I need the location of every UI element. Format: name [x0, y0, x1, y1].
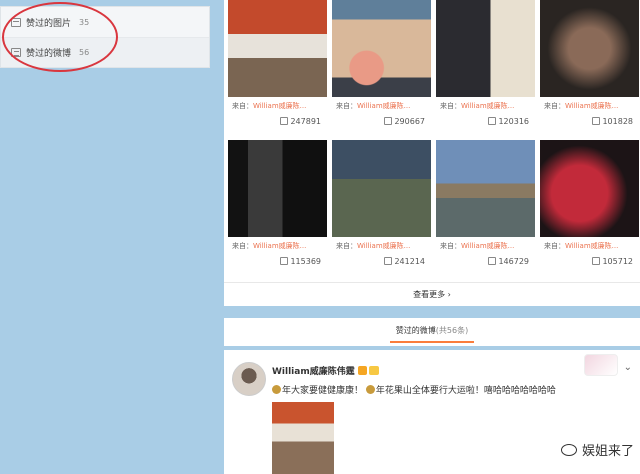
- sidebar-item-count: 56: [79, 48, 90, 57]
- like-count[interactable]: 105712: [544, 257, 635, 266]
- photo-card[interactable]: 来自：William威廉陈... 115369: [228, 140, 327, 278]
- photo-card[interactable]: 来自：William威廉陈... 105712: [540, 140, 639, 278]
- member-badge-icon: [368, 366, 379, 375]
- sidebar-item-liked-weibo[interactable]: 赞过的微博 56: [1, 37, 209, 67]
- like-count[interactable]: 120316: [440, 117, 531, 126]
- photo-thumbnail[interactable]: [436, 0, 535, 97]
- photo-thumbnail[interactable]: [228, 0, 327, 97]
- source-link[interactable]: William威廉陈...: [461, 242, 514, 250]
- card-avatar-decoration: [584, 354, 618, 376]
- photo-card[interactable]: 来自：William威廉陈... 290667: [332, 0, 431, 138]
- photo-card[interactable]: 来自：William威廉陈... 247891: [228, 0, 327, 138]
- thumbs-up-icon: [488, 117, 497, 125]
- photo-source: 来自：William威廉陈...: [232, 242, 307, 250]
- wechat-icon: [560, 443, 577, 456]
- document-icon: [11, 48, 21, 57]
- photo-card[interactable]: 来自：William威廉陈... 101828: [540, 0, 639, 138]
- like-count[interactable]: 241214: [336, 257, 427, 266]
- photo-thumbnail[interactable]: [540, 140, 639, 237]
- sidebar-item-label: 赞过的图片: [26, 18, 72, 29]
- photo-thumbnail[interactable]: [436, 140, 535, 237]
- post-author[interactable]: William威廉陈伟霆: [272, 364, 379, 377]
- thumbs-up-icon: [384, 117, 393, 125]
- photo-source: 来自：William威廉陈...: [440, 242, 515, 250]
- like-count[interactable]: 101828: [544, 117, 635, 126]
- source-link[interactable]: William威廉陈...: [461, 102, 514, 110]
- like-count[interactable]: 115369: [232, 257, 323, 266]
- photo-source: 来自：William威廉陈...: [336, 102, 411, 110]
- photo-card[interactable]: 来自：William威廉陈... 120316: [436, 0, 535, 138]
- photo-grid: 来自：William威廉陈... 247891 来自：William威廉陈...…: [228, 0, 640, 278]
- tab-liked-weibo[interactable]: 赞过的微博(共56条): [389, 326, 475, 343]
- post-image[interactable]: [272, 402, 334, 474]
- sidebar-item-label: 赞过的微博: [26, 49, 72, 59]
- source-link[interactable]: William威廉陈...: [253, 102, 306, 110]
- avatar[interactable]: [232, 362, 266, 396]
- main-content: 来自：William威廉陈... 247891 来自：William威廉陈...…: [224, 0, 640, 474]
- liked-weibo-tab-bar: 赞过的微博(共56条): [224, 318, 640, 346]
- photo-card[interactable]: 来自：William威廉陈... 146729: [436, 140, 535, 278]
- like-count[interactable]: 247891: [232, 117, 323, 126]
- thumbs-up-icon: [592, 257, 601, 265]
- photo-source: 来自：William威廉陈...: [440, 102, 515, 110]
- monkey-emoji-icon: [365, 385, 375, 394]
- photo-thumbnail[interactable]: [540, 0, 639, 97]
- source-link[interactable]: William威廉陈...: [357, 102, 410, 110]
- thumbs-up-icon: [488, 257, 497, 265]
- thumbs-up-icon: [384, 257, 393, 265]
- monkey-emoji-icon: [272, 385, 281, 394]
- left-sidebar: 赞过的图片 35 赞过的微博 56: [0, 6, 210, 68]
- sidebar-item-liked-photos[interactable]: 赞过的图片 35: [1, 7, 209, 37]
- liked-photos-panel: 来自：William威廉陈... 247891 来自：William威廉陈...…: [224, 0, 640, 306]
- like-count[interactable]: 146729: [440, 257, 531, 266]
- post-text: 年大家要健健康康！ 年花果山全体要行大运啦！嘻哈哈哈哈哈哈哈: [272, 383, 556, 396]
- photo-source: 来自：William威廉陈...: [336, 242, 411, 250]
- source-link[interactable]: William威廉陈...: [357, 242, 410, 250]
- source-link[interactable]: William威廉陈...: [565, 102, 618, 110]
- sidebar-item-count: 35: [79, 17, 90, 27]
- thumbs-up-icon: [592, 117, 601, 125]
- thumbs-up-icon: [280, 117, 289, 125]
- chevron-down-icon[interactable]: ⌄: [624, 362, 632, 373]
- source-link[interactable]: William威廉陈...: [565, 242, 618, 250]
- watermark: 娱姐来了: [560, 440, 634, 459]
- photo-thumbnail[interactable]: [332, 140, 431, 237]
- thumbs-up-icon: [280, 257, 289, 265]
- photo-source: 来自：William威廉陈...: [544, 242, 619, 250]
- photo-source: 来自：William威廉陈...: [544, 102, 619, 110]
- photo-thumbnail[interactable]: [332, 0, 431, 97]
- photo-source: 来自：William威廉陈...: [232, 102, 307, 110]
- photo-card[interactable]: 来自：William威廉陈... 241214: [332, 140, 431, 278]
- picture-icon: [11, 17, 21, 27]
- photo-thumbnail[interactable]: [228, 140, 327, 237]
- like-count[interactable]: 290667: [336, 117, 427, 126]
- verified-badge-icon: [357, 366, 367, 375]
- view-more-link[interactable]: 查看更多 ›: [224, 282, 640, 306]
- source-link[interactable]: William威廉陈...: [253, 242, 306, 250]
